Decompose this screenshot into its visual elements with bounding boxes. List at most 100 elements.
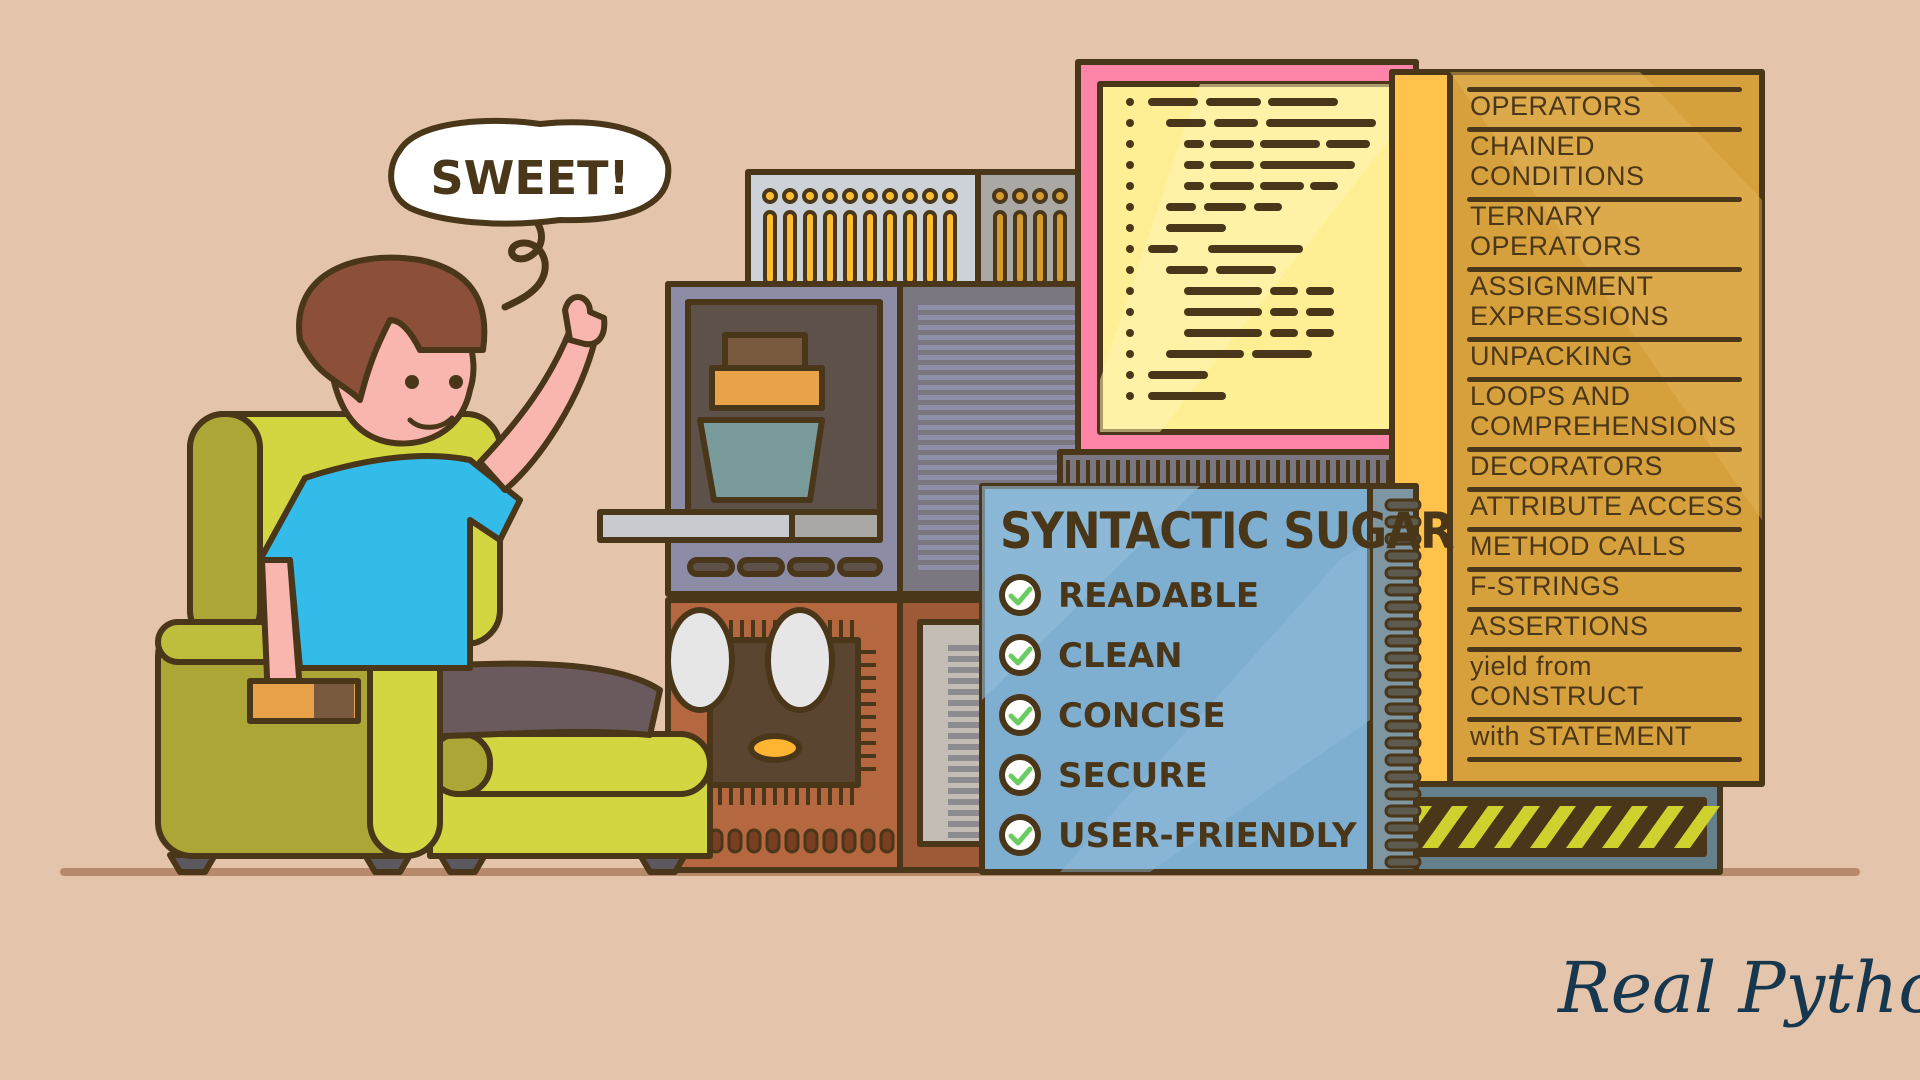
code-token — [1184, 329, 1262, 337]
vent-slot — [783, 210, 797, 286]
code-bullet — [1126, 119, 1134, 127]
chip-pin — [839, 620, 843, 640]
chip-pin — [858, 741, 876, 745]
vent-dot — [762, 188, 778, 204]
side-bump — [1384, 855, 1422, 869]
vent-dot — [922, 188, 938, 204]
louver — [918, 425, 1080, 430]
side-vent-slot — [948, 799, 982, 805]
feature-list-item-text: DECORATORS — [1470, 451, 1663, 481]
louver — [918, 365, 1080, 370]
check-circle-icon — [999, 814, 1041, 856]
code-token — [1166, 350, 1244, 358]
side-vent-slot — [948, 744, 982, 750]
feature-list-item-text: METHOD CALLS — [1470, 531, 1686, 561]
side-vent-slot — [948, 777, 982, 783]
feature-list-item-text: TERNARY — [1470, 201, 1602, 231]
feature-list-item-text: CHAINED — [1470, 131, 1595, 161]
side-vent-slot — [948, 689, 982, 695]
code-token — [1184, 287, 1262, 295]
code-token — [1148, 245, 1178, 253]
code-token — [1210, 182, 1254, 190]
comb-tooth — [1286, 460, 1290, 484]
feature-list-item: OPERATORS — [1470, 91, 1641, 121]
feature-list-item: METHOD CALLS — [1470, 531, 1686, 561]
vent-dot — [822, 188, 838, 204]
code-bullet — [1126, 266, 1134, 274]
checklist-item-label: CLEAN — [1058, 636, 1183, 676]
side-vent-slot — [948, 711, 982, 717]
chip-pin — [718, 785, 722, 805]
code-token — [1166, 266, 1208, 274]
side-vent-slot — [948, 766, 982, 772]
vent-slot — [883, 210, 897, 286]
vent-hole — [746, 828, 762, 854]
chip-pin — [828, 785, 832, 805]
chip-pin — [858, 663, 876, 667]
side-vent-slot — [948, 700, 982, 706]
chip-pin — [850, 620, 854, 640]
side-bump — [1384, 804, 1422, 818]
thumbs-up-hand — [562, 294, 608, 348]
code-token — [1270, 308, 1298, 316]
vent-slot — [823, 210, 837, 286]
code-token — [1214, 119, 1258, 127]
side-bump — [1384, 753, 1422, 767]
comb-tooth — [1186, 460, 1190, 484]
code-bullet — [1126, 140, 1134, 148]
code-bullet — [1126, 287, 1134, 295]
vent-dot — [882, 188, 898, 204]
code-token — [1184, 161, 1204, 169]
feature-list-item: F-STRINGS — [1470, 571, 1620, 601]
chip-pin — [858, 728, 876, 732]
louver — [918, 435, 1080, 440]
code-bullet — [1126, 224, 1134, 232]
feature-list-item-text: EXPRESSIONS — [1470, 301, 1669, 331]
louver — [918, 375, 1080, 380]
code-token — [1326, 140, 1370, 148]
code-bullet — [1126, 350, 1134, 358]
side-bump — [1384, 787, 1422, 801]
code-token — [1270, 329, 1298, 337]
vent-slot — [1033, 210, 1047, 286]
comb-tooth — [1096, 460, 1100, 484]
side-bump — [1384, 651, 1422, 665]
louver — [918, 315, 1080, 320]
side-vent-slot — [948, 788, 982, 794]
list-divider — [1467, 757, 1742, 762]
feature-list-item: ATTRIBUTE ACCESS — [1470, 491, 1743, 521]
vent-hole — [784, 828, 800, 854]
side-vent-slot — [948, 810, 982, 816]
feature-list-item: ASSIGNMENTEXPRESSIONS — [1470, 271, 1669, 331]
side-bump — [1384, 668, 1422, 682]
comb-tooth — [1156, 460, 1160, 484]
chip-pin — [806, 785, 810, 805]
feature-list-item: DECORATORS — [1470, 451, 1663, 481]
feature-list-item-text: COMPREHENSIONS — [1470, 411, 1737, 441]
comb-tooth — [1146, 460, 1150, 484]
louver — [918, 405, 1080, 410]
vent-slot — [993, 210, 1007, 286]
checklist-item-label: USER-FRIENDLY — [1058, 816, 1357, 856]
code-token — [1148, 371, 1208, 379]
side-bump — [1384, 617, 1422, 631]
chip-pin — [858, 676, 876, 680]
code-token — [1270, 287, 1298, 295]
checklist-item-label: CONCISE — [1058, 696, 1226, 736]
comb-tooth — [1176, 460, 1180, 484]
feature-list-item-text: with STATEMENT — [1469, 721, 1692, 751]
code-bullet — [1126, 161, 1134, 169]
syntactic-sugar-illustration: OPERATORSCHAINEDCONDITIONSTERNARYOPERATO… — [60, 59, 1920, 1029]
side-vent-slot — [948, 678, 982, 684]
comb-tooth — [1256, 460, 1260, 484]
chip-pin — [839, 785, 843, 805]
side-vent-slot — [948, 733, 982, 739]
side-vent-slot — [948, 722, 982, 728]
check-circle-icon — [999, 634, 1041, 676]
code-monitor — [1075, 59, 1419, 455]
check-circle-icon — [999, 754, 1041, 796]
comb-tooth — [1126, 460, 1130, 484]
vent-dot — [802, 188, 818, 204]
code-token — [1210, 140, 1254, 148]
code-token — [1166, 203, 1196, 211]
